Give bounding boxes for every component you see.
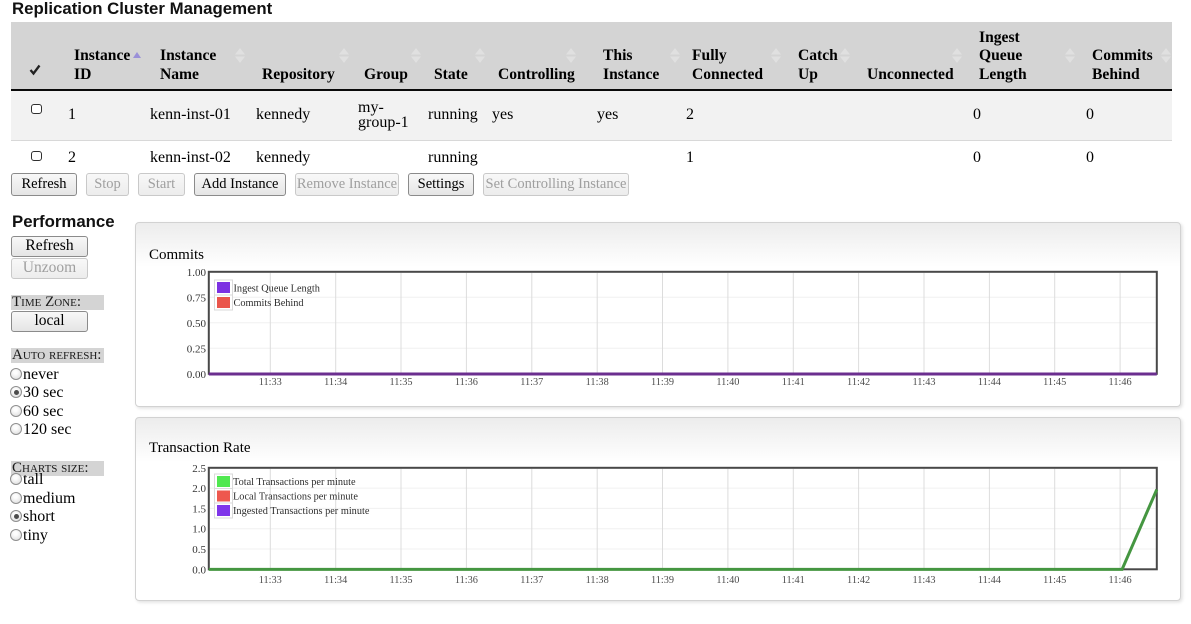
svg-text:11:41: 11:41 [782,575,805,586]
svg-text:11:44: 11:44 [978,575,1001,586]
svg-text:0.75: 0.75 [187,292,207,304]
svg-text:11:36: 11:36 [455,377,478,388]
svg-text:11:38: 11:38 [586,575,609,586]
svg-text:11:46: 11:46 [1109,377,1132,388]
svg-text:1.0: 1.0 [192,524,206,536]
svg-text:11:43: 11:43 [912,377,935,388]
svg-text:11:36: 11:36 [455,575,478,586]
svg-text:11:40: 11:40 [716,377,739,388]
svg-text:11:34: 11:34 [324,575,347,586]
svg-text:Local Transactions per minute: Local Transactions per minute [233,492,358,503]
svg-text:1.00: 1.00 [187,267,207,279]
svg-text:11:39: 11:39 [651,377,674,388]
svg-text:Commits Behind: Commits Behind [234,298,305,309]
svg-text:0.00: 0.00 [187,369,207,381]
svg-text:11:37: 11:37 [520,377,543,388]
svg-text:11:41: 11:41 [782,377,805,388]
svg-text:11:43: 11:43 [912,575,935,586]
svg-text:11:42: 11:42 [847,575,870,586]
svg-text:11:34: 11:34 [324,377,347,388]
svg-text:11:42: 11:42 [847,377,870,388]
svg-text:11:44: 11:44 [978,377,1001,388]
svg-text:2.5: 2.5 [192,463,206,475]
svg-text:11:45: 11:45 [1043,575,1066,586]
svg-text:11:39: 11:39 [651,575,674,586]
svg-text:0.5: 0.5 [192,544,206,556]
svg-text:0.50: 0.50 [187,318,207,330]
svg-text:11:33: 11:33 [259,575,282,586]
svg-text:Ingested Transactions per minu: Ingested Transactions per minute [233,506,370,517]
svg-text:Ingest Queue Length: Ingest Queue Length [234,284,321,295]
svg-text:2.0: 2.0 [192,483,206,495]
svg-text:11:35: 11:35 [389,377,412,388]
svg-text:11:45: 11:45 [1043,377,1066,388]
svg-text:0.0: 0.0 [192,564,206,576]
svg-text:1.5: 1.5 [192,503,206,515]
svg-text:Total Transactions per minute: Total Transactions per minute [233,477,356,488]
svg-text:11:38: 11:38 [586,377,609,388]
svg-text:11:46: 11:46 [1109,575,1132,586]
svg-text:0.25: 0.25 [187,343,207,355]
svg-text:11:35: 11:35 [389,575,412,586]
svg-text:11:40: 11:40 [716,575,739,586]
svg-text:11:33: 11:33 [259,377,282,388]
svg-text:11:37: 11:37 [520,575,543,586]
